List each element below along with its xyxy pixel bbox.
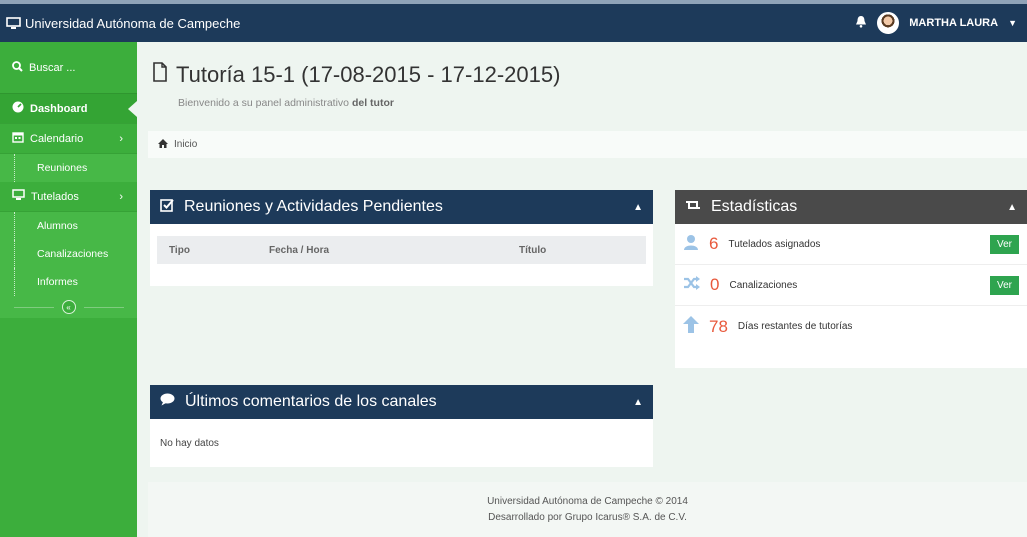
breadcrumb: Inicio: [148, 131, 1027, 158]
sidebar-item-calendario[interactable]: Calendario ›: [0, 124, 137, 154]
stat-value: 6: [709, 234, 719, 253]
stat-label: Canalizaciones: [729, 279, 798, 291]
sidebar-item-canalizaciones[interactable]: Canalizaciones: [14, 240, 137, 268]
caret-down-icon[interactable]: ▼: [1008, 18, 1017, 28]
brand[interactable]: Universidad Autónoma de Campeche: [6, 16, 240, 31]
top-navbar: Universidad Autónoma de Campeche MARTHA …: [0, 0, 1027, 42]
search-icon: [12, 60, 23, 75]
sidebar-item-label: Canalizaciones: [37, 248, 109, 260]
avatar[interactable]: [877, 12, 900, 34]
retweet-icon: [685, 198, 701, 216]
sidebar-item-dashboard[interactable]: Dashboard: [0, 94, 137, 124]
divider: [13, 306, 54, 308]
stat-value: 0: [710, 275, 720, 294]
submenu-tutelados: Alumnos Canalizaciones Informes: [0, 212, 137, 296]
divider: [83, 306, 124, 308]
page-subtitle-bold: del tutor: [351, 97, 394, 109]
user-menu-name[interactable]: MARTHA LAURA: [909, 17, 998, 29]
stat-value: 78: [709, 316, 728, 336]
pending-panel-header: Reuniones y Actividades Pendientes ▲: [150, 190, 653, 224]
sidebar-item-label: Reuniones: [37, 162, 88, 174]
stat-row-canalizaciones: 0 Canalizaciones Ver: [675, 265, 1027, 306]
sidebar-item-informes[interactable]: Informes: [14, 268, 137, 296]
comment-icon: [160, 393, 175, 411]
page-subtitle: Bienvenido a su panel administrativo del…: [178, 97, 394, 109]
column-header[interactable]: Título: [507, 245, 546, 256]
empty-state: No hay datos: [160, 438, 219, 449]
sidebar-item-alumnos[interactable]: Alumnos: [14, 212, 137, 240]
bell-icon[interactable]: [855, 15, 867, 31]
chevron-right-icon: ›: [119, 132, 123, 145]
sidebar-item-label: Dashboard: [30, 102, 88, 115]
chevron-up-icon[interactable]: ▲: [1007, 202, 1017, 213]
checkbox-icon: [160, 198, 174, 217]
sidebar-item-reuniones[interactable]: Reuniones: [14, 154, 137, 182]
footer-line-1: Universidad Autónoma de Campeche © 2014: [487, 496, 688, 507]
stat-row-dias: 78 Días restantes de tutorías: [675, 306, 1027, 347]
shuffle-icon: [683, 275, 700, 295]
sidebar-item-label: Alumnos: [37, 220, 78, 232]
comments-panel-header: Últimos comentarios de los canales ▲: [150, 385, 653, 419]
pending-panel: Reuniones y Actividades Pendientes ▲ Tip…: [150, 190, 653, 286]
breadcrumb-home[interactable]: Inicio: [174, 139, 197, 150]
search-label: Buscar ...: [29, 61, 76, 74]
view-canalizaciones-button[interactable]: Ver: [989, 275, 1019, 295]
calendar-icon: [12, 131, 24, 146]
pending-table-header: Tipo Fecha / Hora Título: [157, 236, 646, 264]
page-title-text: Tutoría 15-1 (17-08-2015 - 17-12-2015): [176, 62, 561, 87]
monitor-icon: [6, 16, 21, 30]
sidebar-item-label: Calendario: [30, 132, 84, 145]
page-title: Tutoría 15-1 (17-08-2015 - 17-12-2015): [152, 62, 560, 88]
sidebar-item-tutelados[interactable]: Tutelados ›: [0, 182, 137, 212]
submenu-calendario: Reuniones: [0, 154, 137, 182]
stat-label: Días restantes de tutorías: [737, 321, 853, 332]
stats-panel: Estadísticas ▲ 6 Tutelados asignados Ver…: [675, 190, 1027, 368]
footer-line-2: Desarrollado por Grupo Icarus® S.A. de C…: [488, 512, 687, 523]
dashboard-icon: [12, 101, 24, 116]
stats-panel-header: Estadísticas ▲: [675, 190, 1027, 224]
sidebar-collapse: «: [0, 296, 137, 318]
stat-label: Tutelados asignados: [728, 238, 821, 250]
comments-panel: Últimos comentarios de los canales ▲ No …: [150, 385, 653, 467]
monitor-icon: [12, 189, 25, 204]
chevron-up-icon[interactable]: ▲: [633, 202, 643, 213]
home-icon: [158, 138, 168, 151]
arrow-up-icon: [683, 315, 699, 338]
comments-panel-title: Últimos comentarios de los canales: [185, 393, 437, 410]
sidebar: Buscar ... Dashboard Calendario › Reunio…: [0, 42, 137, 537]
page-subtitle-text: Bienvenido a su panel administrativo: [178, 97, 350, 109]
collapse-sidebar-icon[interactable]: «: [61, 300, 76, 314]
sidebar-item-label: Tutelados: [31, 190, 79, 203]
chevron-up-icon[interactable]: ▲: [633, 397, 643, 408]
app-title: Universidad Autónoma de Campeche: [25, 15, 241, 31]
user-icon: [683, 234, 699, 255]
stat-row-tutelados: 6 Tutelados asignados Ver: [675, 224, 1027, 265]
sidebar-search[interactable]: Buscar ...: [0, 42, 137, 94]
column-header[interactable]: Tipo: [157, 245, 257, 256]
sidebar-item-label: Informes: [37, 276, 78, 288]
pending-panel-title: Reuniones y Actividades Pendientes: [184, 198, 443, 215]
view-tutelados-button[interactable]: Ver: [989, 234, 1019, 254]
file-icon: [152, 62, 168, 88]
column-header[interactable]: Fecha / Hora: [257, 245, 507, 256]
stats-panel-title: Estadísticas: [711, 198, 798, 215]
chevron-right-icon: ›: [119, 190, 123, 203]
footer: Universidad Autónoma de Campeche © 2014 …: [148, 482, 1027, 537]
